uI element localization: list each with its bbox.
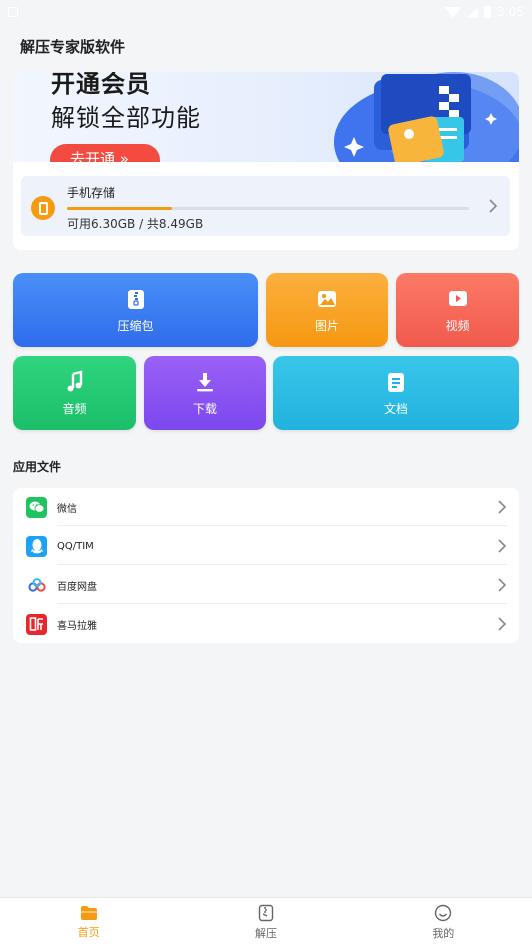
document-icon: [388, 372, 404, 392]
chevron-right-icon: [498, 539, 507, 553]
list-item-baidu-netdisk[interactable]: 百度网盘: [13, 566, 519, 604]
battery-icon: [484, 6, 492, 18]
app-name: 百度网盘: [57, 581, 97, 593]
wechat-icon: [26, 496, 47, 518]
category-download-button[interactable]: 下载: [144, 356, 266, 430]
nav-label: 首页: [77, 925, 100, 939]
category-label: 下载: [192, 401, 217, 416]
smile-icon: [435, 904, 452, 921]
category-label: 压缩包: [117, 318, 154, 333]
storage-label: 手机存储: [67, 186, 116, 200]
status-bar: 3:05: [0, 0, 532, 24]
baidu-netdisk-icon: [26, 574, 47, 596]
category-video-button[interactable]: 视频: [396, 273, 519, 347]
app-title: 解压专家版软件: [20, 38, 126, 56]
wifi-icon: [445, 6, 462, 18]
app-name: 微信: [57, 503, 77, 515]
video-icon: [448, 290, 467, 306]
list-item-qq[interactable]: QQ/TIM: [13, 527, 519, 565]
ximalaya-icon: [26, 613, 47, 635]
category-image-button[interactable]: 图片: [266, 273, 388, 347]
app-name: 喜马拉雅: [57, 620, 97, 632]
list-item-wechat[interactable]: 微信: [13, 488, 519, 526]
app-name: QQ/TIM: [57, 540, 94, 552]
category-zip-button[interactable]: 压缩包: [13, 273, 258, 347]
chevron-right-icon: [489, 199, 498, 213]
phone-storage-icon: [31, 196, 55, 220]
banner-subline: 解锁全部功能: [51, 104, 201, 132]
app-files-list: 微信 QQ/TIM 百度网盘 喜马拉雅: [13, 488, 519, 643]
music-icon: [67, 369, 82, 391]
banner-headline: 开通会员: [51, 72, 151, 98]
category-label: 音频: [62, 401, 87, 416]
storage-free-text: 可用6.30GB / 共8.49GB: [67, 217, 204, 231]
category-document-button[interactable]: 文档: [273, 356, 519, 430]
qq-icon: [26, 535, 47, 557]
chevron-right-icon: [498, 578, 507, 592]
bottom-nav: 首页 解压 我的: [0, 897, 532, 946]
zip-icon: [127, 289, 144, 309]
vip-banner[interactable]: 开通会员 解锁全部功能 去开通 »: [13, 72, 519, 162]
folder-icon: [80, 905, 97, 920]
category-audio-button[interactable]: 音频: [13, 356, 136, 430]
category-label: 图片: [314, 318, 339, 333]
list-item-ximalaya[interactable]: 喜马拉雅: [13, 605, 519, 643]
chevron-right-icon: [498, 500, 507, 514]
nav-profile[interactable]: 我的: [355, 898, 532, 946]
storage-progress-bar: [67, 207, 469, 210]
notification-icon: [8, 7, 18, 17]
section-title-app-files: 应用文件: [13, 460, 62, 474]
category-label: 文档: [383, 401, 408, 416]
open-vip-button[interactable]: 去开通 »: [50, 144, 160, 162]
nav-unzip[interactable]: 解压: [177, 898, 354, 946]
chevron-right-icon: [498, 617, 507, 631]
unzip-icon: [258, 904, 274, 921]
storage-progress-fill: [67, 207, 172, 210]
header-card: 开通会员 解锁全部功能 去开通 » 手机存储 可用6.30GB / 共8.49G: [13, 72, 519, 250]
category-label: 视频: [445, 318, 470, 333]
image-icon: [318, 290, 336, 307]
download-icon: [197, 372, 213, 391]
folder-illustration-icon: [334, 72, 519, 162]
status-time: 3:05: [497, 5, 524, 19]
phone-storage-card[interactable]: 手机存储 可用6.30GB / 共8.49GB: [21, 176, 510, 236]
nav-label: 解压: [254, 926, 277, 940]
nav-home[interactable]: 首页: [0, 898, 177, 946]
nav-label: 我的: [432, 926, 455, 940]
signal-icon: [467, 6, 479, 18]
